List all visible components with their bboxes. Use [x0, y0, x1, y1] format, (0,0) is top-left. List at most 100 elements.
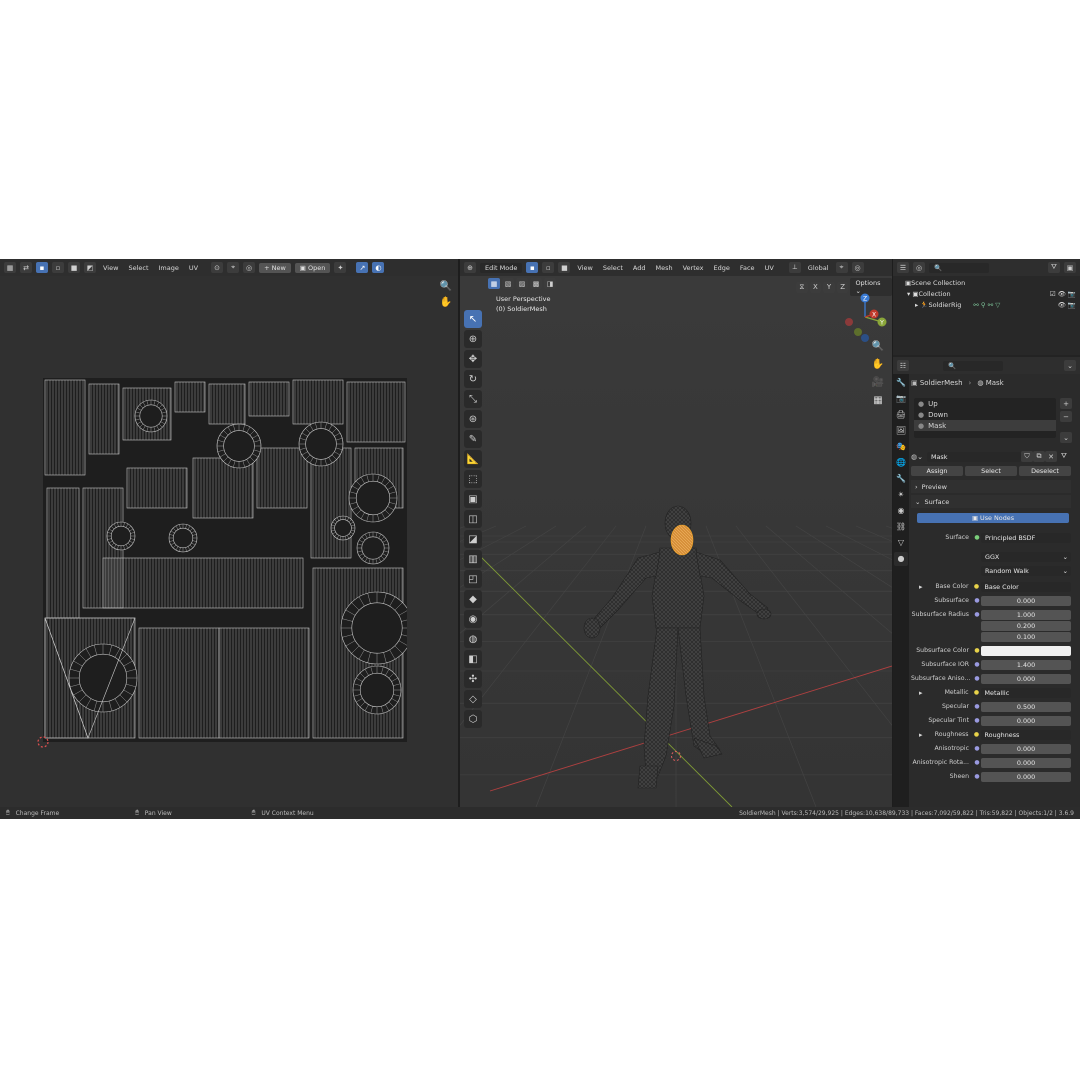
assign-button[interactable]: Assign [911, 465, 963, 476]
expand-icon[interactable]: ▸ [911, 731, 923, 739]
pan-hand-icon[interactable]: ✋ [439, 296, 453, 310]
slot-menu-icon[interactable]: ⌄ [1060, 432, 1072, 443]
cursor-tool-icon[interactable]: ⊕ [464, 330, 482, 348]
properties-search-input[interactable]: 🔍 [943, 360, 1003, 371]
pan-hand-icon[interactable]: ✋ [871, 358, 885, 372]
visibility-icons[interactable]: ☑ 👁 📷 [1050, 290, 1080, 298]
shader-row-field[interactable]: 1.000 [981, 609, 1071, 620]
mirror-y-button[interactable]: Y [823, 281, 835, 293]
editor-type-icon[interactable]: ☰ [897, 262, 909, 273]
loop-cut-tool-icon[interactable]: ▥ [464, 550, 482, 568]
render-tab-icon[interactable]: 📷 [894, 392, 908, 406]
list-item[interactable]: ● Down [914, 409, 1056, 420]
smooth-tool-icon[interactable]: ◍ [464, 630, 482, 648]
rotate-tool-icon[interactable]: ↻ [464, 370, 482, 388]
scale-tool-icon[interactable]: ⤡ [464, 390, 482, 408]
orientation-icon[interactable]: ⟂ [788, 262, 801, 273]
menu-view[interactable]: View [100, 264, 121, 272]
deselect-button[interactable]: Deselect [1019, 465, 1071, 476]
poly-build-tool-icon[interactable]: ◆ [464, 590, 482, 608]
edge-select-icon[interactable]: ▫ [52, 262, 64, 273]
filter-icon[interactable]: ⛛ [1048, 262, 1060, 273]
menu-uv[interactable]: UV [186, 264, 201, 272]
fake-user-icon[interactable]: ⛉ [1021, 451, 1033, 462]
menu-mesh[interactable]: Mesh [652, 264, 675, 272]
edge-mode-icon[interactable]: ▫ [542, 262, 555, 273]
soldier-mesh[interactable] [460, 276, 892, 807]
annotate-tool-icon[interactable]: ✎ [464, 430, 482, 448]
menu-image[interactable]: Image [156, 264, 182, 272]
shader-row-field[interactable]: Metallic [980, 687, 1071, 698]
particles-tab-icon[interactable]: ✴ [894, 488, 908, 502]
menu-face[interactable]: Face [737, 264, 758, 272]
surface-panel-header[interactable]: ⌄ Surface [911, 495, 1071, 508]
constraints-tab-icon[interactable]: ⛓ [894, 520, 908, 534]
sync-selection-icon[interactable]: ⇄ [20, 262, 32, 273]
snap-icon[interactable]: ⌖ [227, 262, 240, 273]
mirror-z-button[interactable]: Z [836, 281, 849, 293]
editor-type-icon[interactable]: ⊕ [464, 262, 476, 273]
edge-slide-tool-icon[interactable]: ◧ [464, 650, 482, 668]
list-item[interactable]: ● Up [914, 398, 1056, 409]
new-collection-icon[interactable]: ▣ [1064, 262, 1076, 273]
distribution-dropdown[interactable]: GGX ⌄ [981, 551, 1071, 562]
mirror-icon[interactable]: ⧖ [796, 281, 808, 293]
face-mode-icon[interactable]: ■ [558, 262, 571, 273]
zoom-icon[interactable]: 🔍 [439, 280, 453, 294]
expand-icon[interactable]: ▸ [911, 583, 923, 591]
editor-type-icon[interactable]: ▦ [4, 262, 16, 273]
display-mode-icon[interactable]: ◎ [913, 262, 925, 273]
menu-uv[interactable]: UV [762, 264, 777, 272]
scene-tab-icon[interactable]: 🎭 [894, 440, 908, 454]
add-slot-icon[interactable]: + [1060, 398, 1072, 409]
link-icon[interactable]: ⛛ [1057, 452, 1071, 461]
mode-dropdown[interactable]: Edit Mode [480, 262, 523, 273]
rip-tool-icon[interactable]: ⬡ [464, 710, 482, 728]
select-box-icon[interactable]: ▦ [488, 278, 500, 289]
grid-perspective-icon[interactable]: ▦ [871, 394, 885, 408]
new-image-button[interactable]: + New [259, 262, 291, 273]
outliner-scene-collection[interactable]: ▣ Scene Collection [893, 277, 1080, 288]
mirror-x-button[interactable]: X [809, 281, 822, 293]
menu-add[interactable]: Add [630, 264, 649, 272]
shader-row-field[interactable] [981, 645, 1071, 656]
use-nodes-button[interactable]: ▣ Use Nodes [917, 512, 1069, 523]
shader-row-field[interactable]: 1.400 [981, 659, 1071, 670]
shader-row-field[interactable]: 0.500 [981, 701, 1071, 712]
knife-tool-icon[interactable]: ◰ [464, 570, 482, 588]
pin-icon[interactable]: ✦ [334, 262, 347, 273]
transform-tool-icon[interactable]: ⊛ [464, 410, 482, 428]
pivot-icon[interactable]: ⊙ [211, 262, 224, 273]
spin-tool-icon[interactable]: ◉ [464, 610, 482, 628]
surface-shader-field[interactable]: Principled BSDF [981, 532, 1071, 543]
proportional-icon[interactable]: ◎ [243, 262, 256, 273]
menu-select[interactable]: Select [125, 264, 151, 272]
physics-tab-icon[interactable]: ◉ [894, 504, 908, 518]
world-tab-icon[interactable]: 🌐 [894, 456, 908, 470]
menu-edge[interactable]: Edge [711, 264, 733, 272]
bevel-tool-icon[interactable]: ◪ [464, 530, 482, 548]
modifier-tab-icon[interactable]: 🔧 [894, 472, 908, 486]
outliner-search-input[interactable]: 🔍 [929, 262, 989, 273]
material-browse-icon[interactable]: ◍⌄ [911, 453, 925, 461]
output-tab-icon[interactable]: 🖨 [894, 408, 908, 422]
vertex-select-icon[interactable]: ▪ [36, 262, 48, 273]
camera-icon[interactable]: 🎥 [871, 376, 885, 390]
proportional-icon[interactable]: ◎ [851, 262, 864, 273]
tool-tab-icon[interactable]: 🔧 [894, 376, 908, 390]
subsurface-method-dropdown[interactable]: Random Walk ⌄ [981, 565, 1071, 576]
shear-tool-icon[interactable]: ◇ [464, 690, 482, 708]
shader-row-field[interactable]: 0.100 [981, 631, 1071, 642]
material-name-field[interactable]: Mask [927, 451, 1021, 462]
select-subtract-icon[interactable]: ▨ [516, 278, 528, 289]
expand-icon[interactable]: ▸ [911, 689, 923, 697]
shader-row-field[interactable]: Roughness [980, 729, 1071, 740]
select-button[interactable]: Select [965, 465, 1017, 476]
duplicate-icon[interactable]: ⧉ [1033, 451, 1045, 462]
extrude-tool-icon[interactable]: ▣ [464, 490, 482, 508]
remove-slot-icon[interactable]: − [1060, 411, 1072, 422]
shader-row-field[interactable]: 0.000 [981, 743, 1071, 754]
shader-row-field[interactable]: 0.200 [981, 620, 1071, 631]
select-tool-icon[interactable]: ↖ [464, 310, 482, 328]
view-layer-tab-icon[interactable]: 🖼 [894, 424, 908, 438]
